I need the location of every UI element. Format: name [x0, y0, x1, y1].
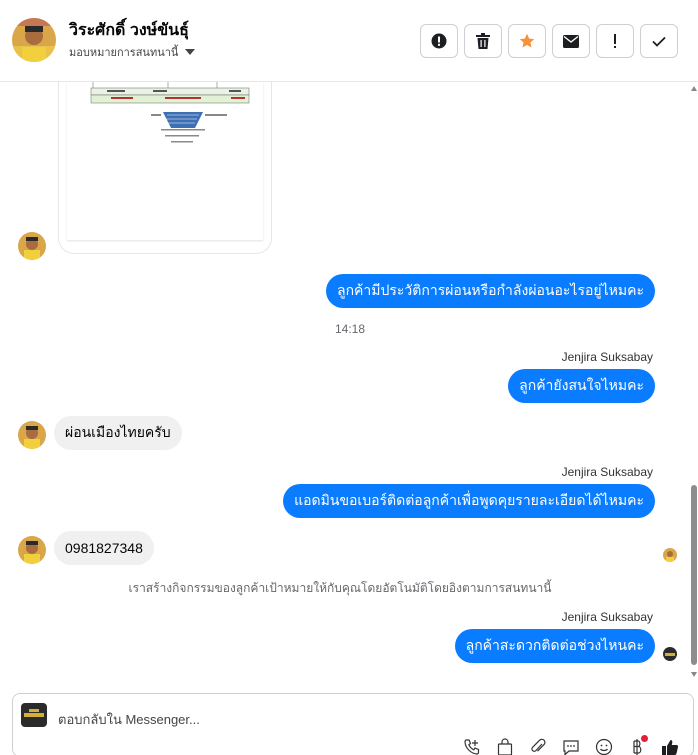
check-icon	[652, 36, 666, 47]
sender-name: Jenjira Suksabay	[561, 465, 653, 479]
payment-button[interactable]	[626, 735, 648, 755]
shopping-bag-icon	[497, 738, 513, 755]
follow-up-button[interactable]	[596, 24, 634, 58]
message-list[interactable]: ลูกค้ามีประวัติการผ่อนหรือกำลังผ่อนอะไรอ…	[0, 82, 690, 682]
conversation-header: วิระศักดิ์ วงษ์ขันธุ์ มอบหมายการสนทนานี้	[0, 0, 698, 82]
sender-name: Jenjira Suksabay	[561, 350, 653, 364]
attachment-image[interactable]	[58, 82, 272, 254]
contact-name[interactable]: วิระศักดิ์ วงษ์ขันธุ์	[69, 18, 189, 43]
seen-avatar	[663, 548, 677, 562]
thumbs-up-icon	[662, 740, 679, 755]
assign-conversation-dropdown[interactable]: มอบหมายการสนทนานี้	[69, 43, 196, 61]
envelope-icon	[563, 34, 579, 48]
chat-bubble-icon	[563, 739, 579, 755]
reply-input[interactable]: ตอบกลับใน Messenger...	[58, 709, 200, 730]
message-incoming[interactable]: ผ่อนเมืองไทยครับ	[54, 416, 182, 450]
scroll-up-arrow-icon[interactable]	[691, 86, 697, 91]
message-timestamp: 14:18	[334, 322, 366, 336]
paperclip-icon	[531, 738, 546, 752]
contact-avatar[interactable]	[12, 18, 56, 62]
message-outgoing[interactable]: ลูกค้ามีประวัติการผ่อนหรือกำลังผ่อนอะไรอ…	[325, 274, 655, 308]
composer-toolbar	[461, 735, 681, 755]
message-incoming[interactable]: 0981827348	[54, 531, 154, 565]
seen-avatar	[663, 647, 677, 661]
star-button[interactable]	[508, 24, 546, 58]
star-icon	[519, 33, 535, 48]
like-button[interactable]	[659, 737, 681, 755]
contact-avatar-small	[18, 536, 46, 564]
mark-done-button[interactable]	[640, 24, 678, 58]
contact-avatar-small	[18, 421, 46, 449]
system-notice: เราสร้างกิจกรรมของลูกค้าเป้าหมายให้กับคุ…	[128, 581, 552, 595]
message-outgoing[interactable]: แอดมินขอเบอร์ติดต่อลูกค้าเพื่อพูดคุยรายล…	[283, 484, 655, 518]
contact-avatar-small	[18, 232, 46, 260]
assign-label: มอบหมายการสนทนานี้	[69, 47, 179, 59]
scrollbar-thumb[interactable]	[691, 485, 697, 665]
header-actions	[420, 24, 678, 58]
message-outgoing[interactable]: ลูกค้าสะดวกติดต่อช่วงไหนคะ	[454, 629, 655, 663]
message-outgoing[interactable]: ลูกค้ายังสนใจไหมคะ	[508, 369, 655, 403]
saved-replies-button[interactable]	[560, 737, 582, 755]
sender-name: Jenjira Suksabay	[561, 610, 653, 624]
alert-circle-icon	[431, 33, 447, 49]
page-avatar	[21, 703, 47, 727]
scroll-down-arrow-icon[interactable]	[691, 672, 697, 677]
emoji-button[interactable]	[593, 737, 615, 755]
document-preview	[67, 82, 263, 240]
call-button[interactable]	[461, 737, 483, 755]
phone-plus-icon	[464, 739, 480, 755]
delete-button[interactable]	[464, 24, 502, 58]
smiley-icon	[595, 738, 613, 755]
reply-composer: ตอบกลับใน Messenger...	[12, 693, 694, 755]
notification-dot	[641, 735, 648, 742]
caret-down-icon	[185, 49, 196, 55]
mark-spam-button[interactable]	[420, 24, 458, 58]
exclamation-icon	[614, 34, 616, 48]
mark-unread-button[interactable]	[552, 24, 590, 58]
attach-button[interactable]	[527, 737, 549, 755]
shop-button[interactable]	[494, 737, 516, 755]
trash-icon	[476, 33, 490, 49]
